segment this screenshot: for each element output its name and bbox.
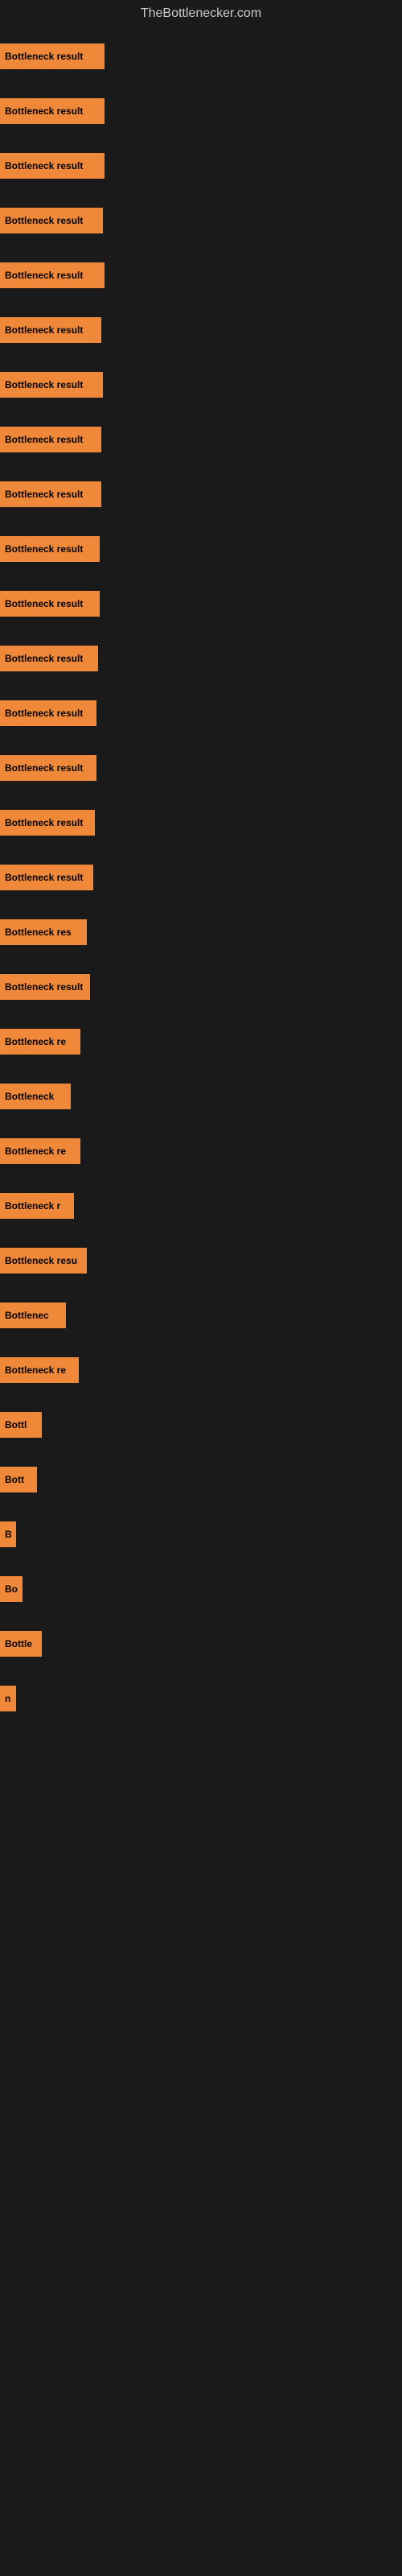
bar-row: Bottleneck result [0,692,402,734]
bar-label: n [5,1693,10,1704]
bottleneck-bar[interactable]: Bottleneck resu [0,1248,87,1274]
bar-label: Bottleneck r [5,1200,60,1212]
bar-row: Bottleneck result [0,419,402,460]
bottleneck-bar[interactable]: Bottleneck re [0,1029,80,1055]
bar-label: Bottle [5,1638,32,1649]
bar-row: Bottleneck [0,1075,402,1117]
bottleneck-bar[interactable]: Bottlenec [0,1302,66,1328]
bottleneck-bar[interactable]: Bottleneck result [0,153,105,179]
bar-label: Bottlenec [5,1310,49,1321]
bar-label: Bottleneck result [5,489,83,500]
bar-row: Bottleneck result [0,802,402,844]
bar-label: Bottleneck result [5,653,83,664]
bar-row: Bottleneck result [0,145,402,187]
bottleneck-bar[interactable]: Bott [0,1467,37,1492]
bar-label: Bottleneck res [5,927,72,938]
bottleneck-bar[interactable]: Bottleneck result [0,974,90,1000]
bar-label: Bottleneck result [5,51,83,62]
bottleneck-bar[interactable]: Bottleneck result [0,208,103,233]
bottleneck-bar[interactable]: Bottleneck result [0,427,101,452]
bar-row: Bottleneck result [0,309,402,351]
bar-row: n [0,1678,402,1719]
bar-label: Bottleneck result [5,817,83,828]
site-title: TheBottlenecker.com [0,0,402,27]
bar-row: Bottleneck result [0,364,402,406]
bar-row: Bottleneck result [0,90,402,132]
bottleneck-bar[interactable]: Bottleneck re [0,1357,79,1383]
bar-label: Bottleneck result [5,872,83,883]
bottleneck-bar[interactable]: Bottleneck res [0,919,87,945]
bar-row: Bottleneck r [0,1185,402,1227]
bottleneck-bar[interactable]: Bottleneck result [0,317,101,343]
bar-label: Bottleneck result [5,215,83,226]
bar-row: Bottleneck re [0,1130,402,1172]
bar-label: Bottleneck result [5,434,83,445]
bottleneck-bar[interactable]: n [0,1686,16,1711]
bar-label: Bottleneck result [5,270,83,281]
bar-label: Bo [5,1583,18,1595]
bar-row: Bottleneck re [0,1349,402,1391]
bar-label: Bottleneck result [5,543,83,555]
bar-row: Bottleneck result [0,254,402,296]
bar-label: Bottleneck result [5,379,83,390]
bottleneck-bar[interactable]: Bottl [0,1412,42,1438]
bar-label: Bott [5,1474,24,1485]
bar-row: Bottleneck result [0,857,402,898]
bar-row: Bottleneck result [0,966,402,1008]
bottleneck-bar[interactable]: Bottleneck re [0,1138,80,1164]
bar-label: Bottleneck resu [5,1255,77,1266]
bottleneck-bar[interactable]: Bottleneck result [0,372,103,398]
bar-label: Bottleneck result [5,105,83,117]
bottleneck-bar[interactable]: B [0,1521,16,1547]
bottleneck-bar[interactable]: Bottleneck result [0,98,105,124]
bar-row: Bottle [0,1623,402,1665]
bar-row: Bottleneck result [0,473,402,515]
bottleneck-bar[interactable]: Bottle [0,1631,42,1657]
bar-row: Bottl [0,1404,402,1446]
bar-row: Bottleneck result [0,747,402,789]
bar-row: Bottleneck resu [0,1240,402,1282]
bar-label: Bottl [5,1419,27,1430]
bar-row: Bottleneck result [0,200,402,242]
bottleneck-bar[interactable]: Bottleneck result [0,755,96,781]
bottleneck-bar[interactable]: Bottleneck r [0,1193,74,1219]
bottleneck-bar[interactable]: Bottleneck result [0,262,105,288]
bar-row: Bottlenec [0,1294,402,1336]
bottleneck-bar[interactable]: Bottleneck result [0,591,100,617]
bar-row: Bo [0,1568,402,1610]
bottleneck-bar[interactable]: Bottleneck result [0,43,105,69]
bottleneck-bar[interactable]: Bottleneck result [0,865,93,890]
bottleneck-bar[interactable]: Bo [0,1576,23,1602]
bar-row: Bottleneck res [0,911,402,953]
bar-label: Bottleneck result [5,598,83,609]
bottleneck-bar[interactable]: Bottleneck result [0,536,100,562]
bar-row: Bottleneck result [0,638,402,679]
bar-label: Bottleneck result [5,981,83,993]
bar-label: Bottleneck re [5,1036,66,1047]
bottleneck-bar[interactable]: Bottleneck result [0,481,101,507]
bottleneck-bar[interactable]: Bottleneck [0,1084,71,1109]
bottleneck-bar[interactable]: Bottleneck result [0,646,98,671]
bar-row: Bottleneck result [0,583,402,625]
bar-row: Bottleneck result [0,35,402,77]
bar-label: Bottleneck re [5,1146,66,1157]
bar-label: Bottleneck result [5,324,83,336]
bar-label: Bottleneck result [5,160,83,171]
bar-label: Bottleneck result [5,762,83,774]
bar-label: Bottleneck [5,1091,54,1102]
bar-row: Bottleneck result [0,528,402,570]
bar-label: Bottleneck result [5,708,83,719]
bar-row: B [0,1513,402,1555]
bar-label: Bottleneck re [5,1364,66,1376]
bars-container: Bottleneck result Bottleneck result Bottle… [0,27,402,1740]
bottleneck-bar[interactable]: Bottleneck result [0,810,95,836]
bar-row: Bott [0,1459,402,1501]
bottleneck-bar[interactable]: Bottleneck result [0,700,96,726]
bar-row: Bottleneck re [0,1021,402,1063]
bar-label: B [5,1529,12,1540]
